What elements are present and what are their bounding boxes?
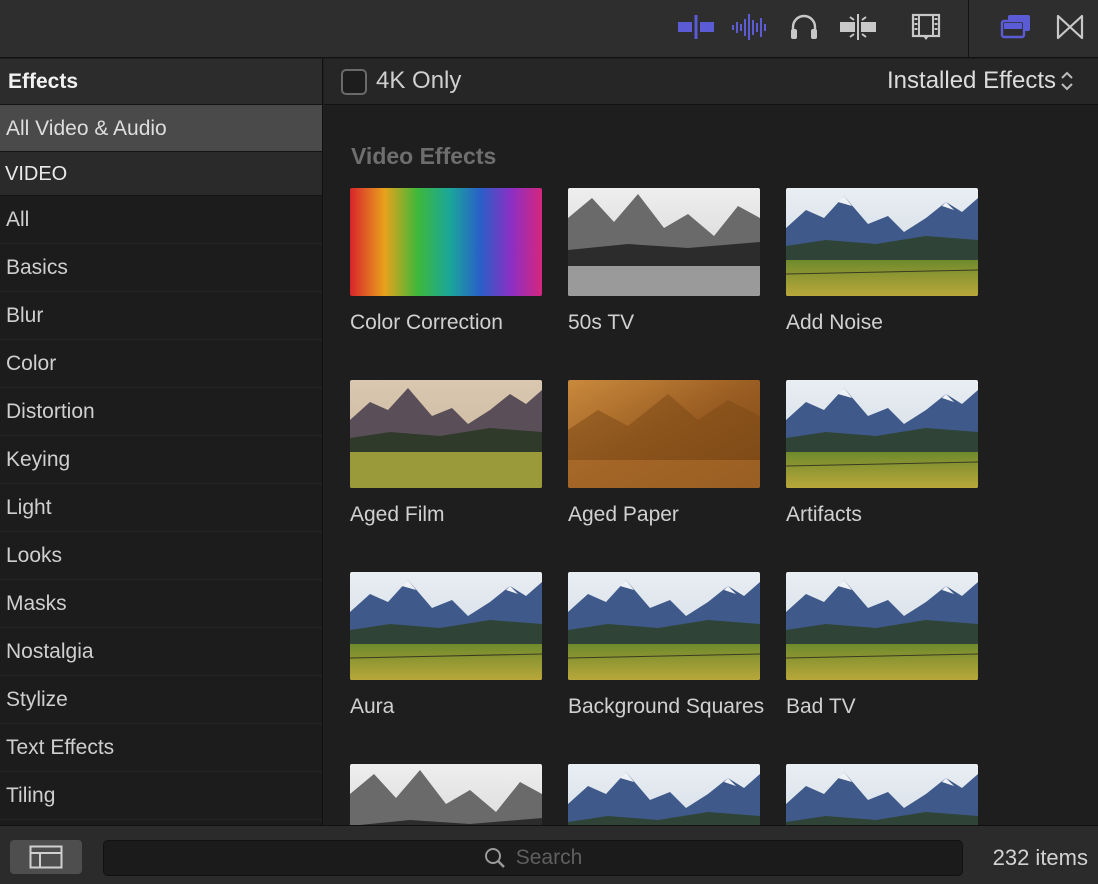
effect-thumbnail (786, 380, 978, 488)
sidebar-item-blur[interactable]: Blur (0, 292, 322, 340)
sidebar: Effects All Video & Audio VIDEO All Basi… (0, 59, 323, 825)
top-toolbar (0, 0, 1098, 58)
sidebar-toggle-button[interactable] (10, 840, 82, 874)
window-icon[interactable] (996, 11, 1036, 43)
sidebar-item-masks[interactable]: Masks (0, 580, 322, 628)
sidebar-item-light[interactable]: Light (0, 484, 322, 532)
effects-browser: 4K Only Installed Effects Video Effects … (324, 59, 1098, 825)
4k-only-label[interactable]: 4K Only (376, 67, 461, 95)
effect-tile[interactable]: Color Correction (350, 188, 544, 336)
bottom-bar: Search 232 items (0, 825, 1098, 884)
toolbar-separator (968, 0, 969, 58)
sidebar-toggle-icon (29, 845, 63, 869)
effect-thumbnail (568, 572, 760, 680)
effect-label: Artifacts (786, 503, 862, 526)
item-count: 232 items (992, 845, 1088, 870)
effect-tile[interactable] (568, 764, 762, 825)
effect-label: Aged Film (350, 503, 445, 526)
effect-tile[interactable] (350, 764, 544, 825)
search-icon (484, 848, 505, 868)
effect-tile[interactable]: Aged Paper (568, 380, 762, 528)
effect-label: Aura (350, 695, 395, 718)
effect-tile[interactable]: 50s TV (568, 188, 762, 336)
sidebar-item-all[interactable]: All (0, 196, 322, 244)
sidebar-item-looks[interactable]: Looks (0, 532, 322, 580)
effect-tile[interactable]: Background Squares (568, 572, 764, 720)
effect-thumbnail (568, 764, 760, 825)
effect-tile[interactable] (786, 764, 980, 825)
effect-tile[interactable]: Add Noise (786, 188, 980, 336)
sidebar-section-video[interactable]: VIDEO (0, 152, 322, 196)
effect-thumbnail (350, 764, 542, 825)
sidebar-item-all-video-audio[interactable]: All Video & Audio (0, 105, 322, 152)
sidebar-item-keying[interactable]: Keying (0, 436, 322, 484)
effect-label: Bad TV (786, 695, 856, 718)
effect-label: Aged Paper (568, 503, 679, 526)
effect-thumbnail (568, 188, 760, 296)
effect-tile[interactable]: Bad TV (786, 572, 980, 720)
sidebar-item-color[interactable]: Color (0, 340, 322, 388)
effect-thumbnail (786, 572, 978, 680)
transitions-icon[interactable] (1050, 11, 1090, 43)
effect-label: Background Squares (568, 695, 765, 718)
sidebar-item-distortion[interactable]: Distortion (0, 388, 322, 436)
section-title: Video Effects (351, 143, 497, 169)
search-placeholder: Search (515, 846, 583, 869)
effect-label: 50s TV (568, 311, 635, 334)
effect-thumbnail (350, 572, 542, 680)
sidebar-item-nostalgia[interactable]: Nostalgia (0, 628, 322, 676)
snapping-icon[interactable] (838, 11, 878, 43)
installed-effects-label: Installed Effects (887, 67, 1056, 94)
installed-effects-dropdown[interactable]: Installed Effects (887, 67, 1074, 95)
sidebar-item-basics[interactable]: Basics (0, 244, 322, 292)
effect-thumbnail (350, 188, 542, 296)
effect-thumbnail (350, 380, 542, 488)
sidebar-item-stylize[interactable]: Stylize (0, 676, 322, 724)
sidebar-item-tiling[interactable]: Tiling (0, 772, 322, 820)
search-field[interactable]: Search (103, 840, 963, 876)
headphones-icon[interactable] (784, 11, 824, 43)
effect-label: Add Noise (786, 311, 883, 334)
browser-filter-bar: 4K Only Installed Effects (324, 59, 1098, 105)
effect-tile[interactable]: Aura (350, 572, 544, 720)
audio-skimming-icon[interactable] (730, 11, 770, 43)
effect-tile[interactable]: Aged Film (350, 380, 544, 528)
effect-thumbnail (786, 188, 978, 296)
sidebar-item-text-effects[interactable]: Text Effects (0, 724, 322, 772)
effect-thumbnail (786, 764, 978, 825)
updown-chevron-icon (1061, 71, 1073, 91)
clip-skimming-icon[interactable] (676, 11, 716, 43)
effect-tile[interactable]: Artifacts (786, 380, 980, 528)
effect-thumbnail (568, 380, 760, 488)
effect-label: Color Correction (350, 311, 503, 334)
sidebar-header: Effects (0, 59, 322, 105)
4k-only-checkbox[interactable] (341, 69, 367, 95)
filmstrip-icon[interactable] (906, 11, 946, 43)
